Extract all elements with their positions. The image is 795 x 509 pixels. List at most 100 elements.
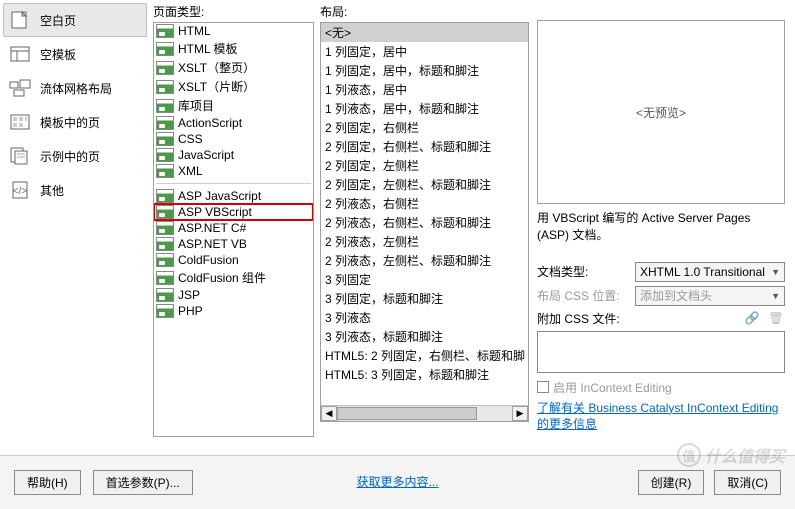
layout-item[interactable]: 2 列固定，左侧栏、标题和脚注 <box>321 175 528 194</box>
layout-item[interactable]: 2 列液态，左侧栏、标题和脚注 <box>321 251 528 270</box>
category-blank-page[interactable]: 空白页 <box>3 3 147 37</box>
page-types-header: 页面类型: <box>153 3 314 22</box>
type-item[interactable]: XSLT（片断） <box>154 77 313 96</box>
incontext-link[interactable]: 了解有关 Business Catalyst InContext Editing… <box>537 400 785 434</box>
incontext-label: 启用 InContext Editing <box>553 379 672 396</box>
category-label: 模板中的页 <box>40 114 100 131</box>
layout-item[interactable]: 2 列液态，右侧栏、标题和脚注 <box>321 213 528 232</box>
category-blank-template[interactable]: 空模板 <box>3 37 147 71</box>
doctype-select[interactable]: XHTML 1.0 Transitional ▼ <box>635 262 785 282</box>
type-label: ColdFusion <box>178 253 239 267</box>
attach-css-label: 附加 CSS 文件: <box>537 310 629 327</box>
layout-item[interactable]: 3 列液态 <box>321 308 528 327</box>
type-label: ASP VBScript <box>178 205 252 219</box>
file-type-icon <box>156 237 174 251</box>
horizontal-scrollbar[interactable]: ◀ ▶ <box>321 405 528 421</box>
layout-item[interactable]: 3 列液态，标题和脚注 <box>321 327 528 346</box>
layout-item[interactable]: 2 列固定，左侧栏 <box>321 156 528 175</box>
scroll-right-button[interactable]: ▶ <box>512 406 528 421</box>
type-item[interactable]: HTML 模板 <box>154 39 313 58</box>
layout-item[interactable]: 2 列液态，右侧栏 <box>321 194 528 213</box>
type-item[interactable]: HTML <box>154 23 313 39</box>
layout-item[interactable]: HTML5: 3 列固定，标题和脚注 <box>321 365 528 384</box>
file-type-icon <box>156 116 174 130</box>
more-content-link[interactable]: 获取更多内容... <box>356 474 438 491</box>
cancel-button[interactable]: 取消(C) <box>714 470 781 495</box>
file-type-icon <box>156 99 174 113</box>
type-item[interactable]: ASP JavaScript <box>154 188 313 204</box>
from-sample-icon <box>8 146 32 166</box>
file-type-icon <box>156 221 174 235</box>
category-fluid-grid[interactable]: 流体网格布局 <box>3 71 147 105</box>
category-label: 流体网格布局 <box>40 80 112 97</box>
type-item[interactable]: ColdFusion <box>154 252 313 268</box>
link-css-icon[interactable]: 🔗 <box>743 310 761 326</box>
file-type-icon <box>156 61 174 75</box>
type-item[interactable]: ASP.NET C# <box>154 220 313 236</box>
file-type-icon <box>156 304 174 318</box>
layout-item[interactable]: 1 列固定，居中 <box>321 42 528 61</box>
scroll-left-button[interactable]: ◀ <box>321 406 337 421</box>
description-text: 用 VBScript 编写的 Active Server Pages (ASP)… <box>537 210 785 244</box>
layout-item[interactable]: 1 列液态，居中，标题和脚注 <box>321 99 528 118</box>
other-icon: </> <box>8 180 32 200</box>
scroll-track[interactable] <box>337 406 512 421</box>
delete-css-icon: 🗑 <box>767 310 785 326</box>
type-label: CSS <box>178 132 203 146</box>
category-sidebar: 空白页 空模板 流体网格布局 模板中的页 示例中的页 </> 其他 <box>0 0 153 438</box>
layout-item[interactable]: 2 列液态，左侧栏 <box>321 232 528 251</box>
category-label: 示例中的页 <box>40 148 100 165</box>
type-item[interactable]: ActionScript <box>154 115 313 131</box>
preview-box: <无预览> <box>537 20 785 204</box>
layout-item[interactable]: 1 列固定，居中，标题和脚注 <box>321 61 528 80</box>
type-label: XML <box>178 164 203 178</box>
category-label: 空模板 <box>40 46 76 63</box>
attach-css-list[interactable] <box>537 331 785 373</box>
watermark-text: 什么值得买 <box>705 443 785 467</box>
type-label: PHP <box>178 304 203 318</box>
type-item[interactable]: ASP VBScript <box>154 204 313 220</box>
type-item[interactable]: PHP <box>154 303 313 319</box>
file-type-icon <box>156 80 174 94</box>
category-label: 其他 <box>40 182 64 199</box>
layout-item[interactable]: 1 列液态，居中 <box>321 80 528 99</box>
file-type-icon <box>156 164 174 178</box>
from-template-icon <box>8 112 32 132</box>
page-types-panel: 页面类型: HTMLHTML 模板XSLT（整页）XSLT（片断）库项目Acti… <box>153 0 314 438</box>
type-item[interactable]: JSP <box>154 287 313 303</box>
prefs-button[interactable]: 首选参数(P)... <box>93 470 193 495</box>
help-button[interactable]: 帮助(H) <box>14 470 81 495</box>
create-button[interactable]: 创建(R) <box>638 470 705 495</box>
type-label: HTML <box>178 24 211 38</box>
incontext-checkbox[interactable] <box>537 381 549 393</box>
category-other[interactable]: </> 其他 <box>3 173 147 207</box>
type-label: JavaScript <box>178 148 234 162</box>
type-item[interactable]: XSLT（整页） <box>154 58 313 77</box>
type-item[interactable]: 库项目 <box>154 96 313 115</box>
chevron-down-icon: ▼ <box>771 267 780 277</box>
svg-text:</>: </> <box>13 186 28 197</box>
layouts-list[interactable]: <无>1 列固定，居中1 列固定，居中，标题和脚注1 列液态，居中1 列液态，居… <box>320 22 529 422</box>
page-types-list[interactable]: HTMLHTML 模板XSLT（整页）XSLT（片断）库项目ActionScri… <box>153 22 314 437</box>
file-type-icon <box>156 288 174 302</box>
layout-item[interactable]: 2 列固定，右侧栏、标题和脚注 <box>321 137 528 156</box>
layout-item[interactable]: 3 列固定 <box>321 270 528 289</box>
layout-item[interactable]: HTML5: 2 列固定，右侧栏、标题和脚 <box>321 346 528 365</box>
type-label: ColdFusion 组件 <box>178 269 266 286</box>
type-item[interactable]: ASP.NET VB <box>154 236 313 252</box>
category-from-sample[interactable]: 示例中的页 <box>3 139 147 173</box>
scroll-thumb[interactable] <box>337 407 477 420</box>
type-label: ASP JavaScript <box>178 189 261 203</box>
file-type-icon <box>156 148 174 162</box>
layouts-panel: 布局: <无>1 列固定，居中1 列固定，居中，标题和脚注1 列液态，居中1 列… <box>314 0 529 438</box>
type-item[interactable]: XML <box>154 163 313 179</box>
type-item[interactable]: ColdFusion 组件 <box>154 268 313 287</box>
category-from-template[interactable]: 模板中的页 <box>3 105 147 139</box>
type-label: XSLT（片断） <box>178 78 255 95</box>
layout-item[interactable]: <无> <box>321 23 528 42</box>
layout-item[interactable]: 2 列固定，右侧栏 <box>321 118 528 137</box>
file-type-icon <box>156 42 174 56</box>
layout-item[interactable]: 3 列固定，标题和脚注 <box>321 289 528 308</box>
type-item[interactable]: CSS <box>154 131 313 147</box>
type-item[interactable]: JavaScript <box>154 147 313 163</box>
